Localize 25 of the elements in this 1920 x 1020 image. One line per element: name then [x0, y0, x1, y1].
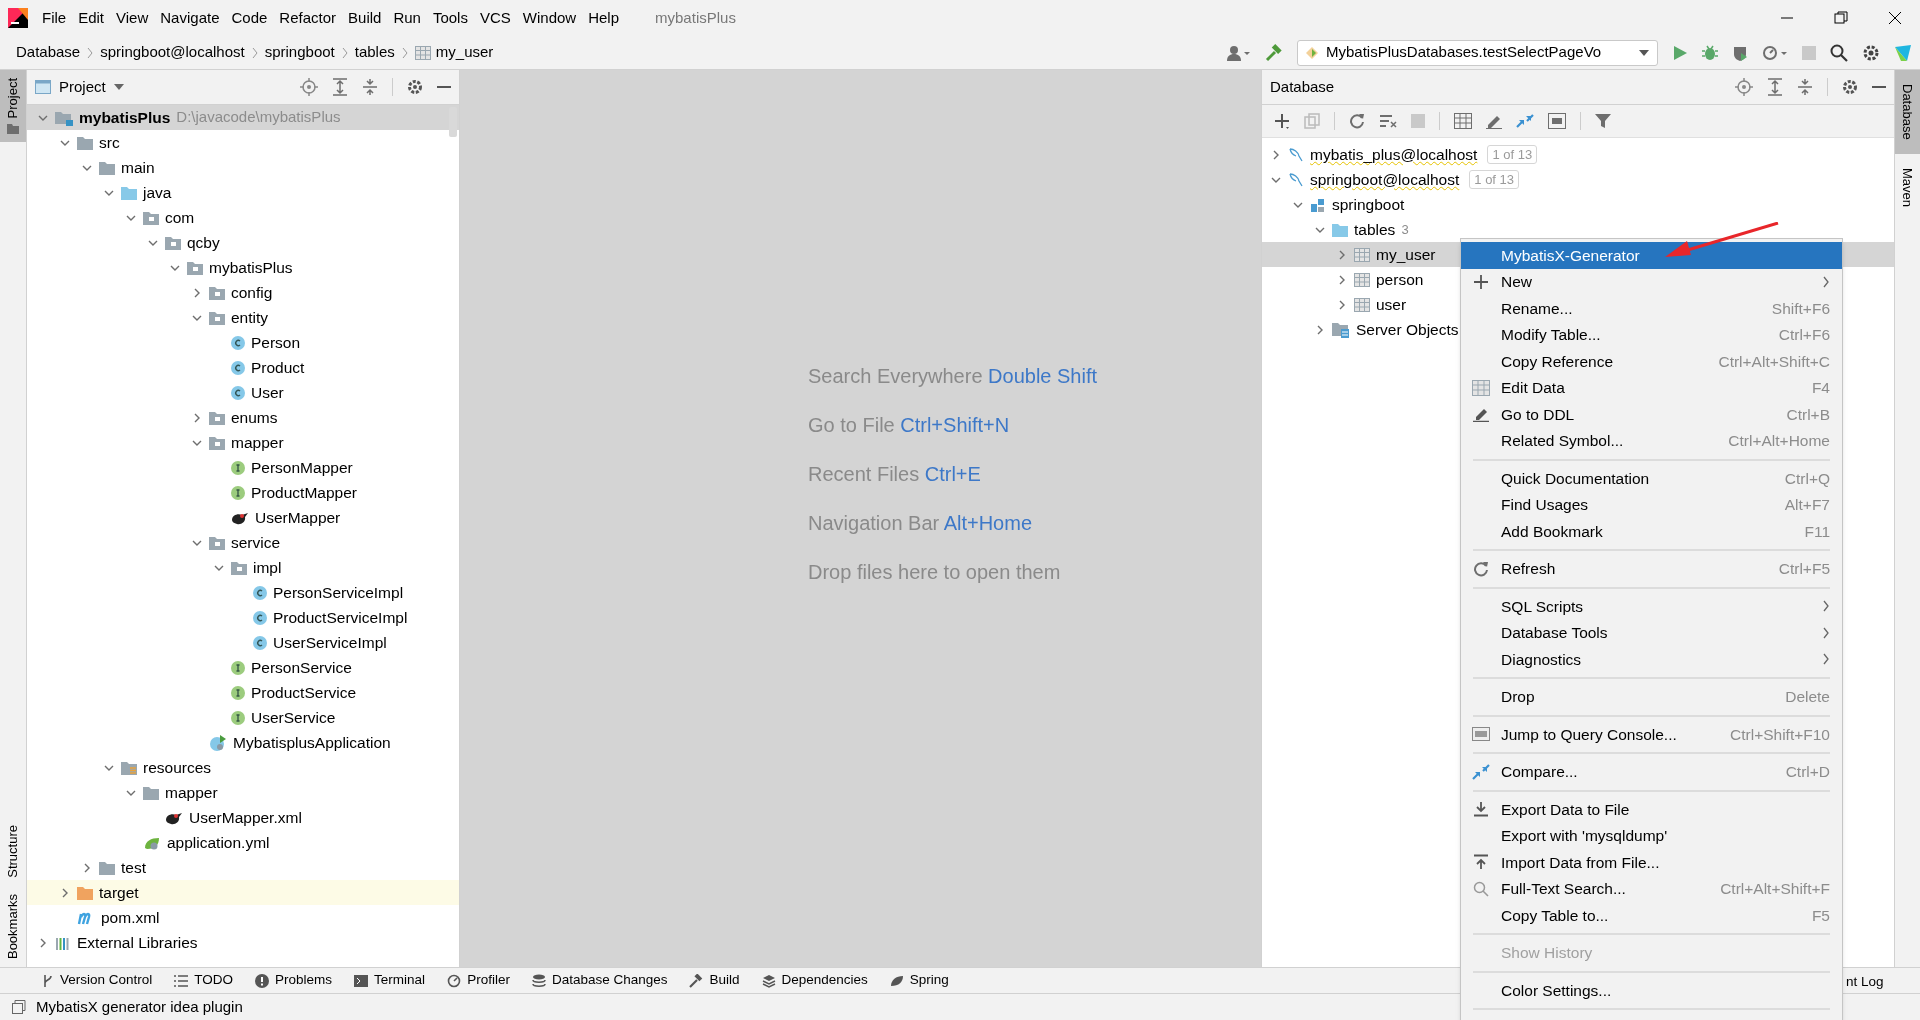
shortcut-label: Alt+F7	[1784, 495, 1830, 516]
shortcut-label: F11	[1804, 521, 1830, 542]
editor-hint: Drop files here to open them	[808, 560, 1062, 584]
editor-hint: Search Everywhere Double Shift	[808, 364, 1099, 388]
shortcut-label: Ctrl+F5	[1778, 559, 1830, 580]
status-message: MybatisX generator idea plugin	[36, 996, 243, 1017]
shortcut-label: Shift+F6	[1771, 298, 1830, 319]
item-count: 3	[1401, 220, 1409, 239]
shortcut-label: Ctrl+D	[1785, 762, 1830, 783]
window-title: mybatisPlus	[655, 7, 736, 28]
shortcut-label: Ctrl+Shift+F10	[1730, 724, 1830, 745]
shortcut-label: Ctrl+Alt+Shift+F	[1720, 879, 1830, 900]
path-hint: D:\javacode\mybatisPlus	[176, 107, 341, 128]
shortcut-label: F4	[1811, 378, 1830, 399]
shortcut-label: Delete	[1785, 687, 1830, 708]
shortcut-label: Ctrl+F6	[1778, 325, 1830, 346]
panel-title: Database	[1270, 76, 1335, 97]
shortcut-label: Ctrl+Q	[1784, 468, 1830, 489]
shortcut-label: Ctrl+B	[1786, 404, 1830, 425]
editor-hint: Recent Files Ctrl+E	[808, 462, 982, 486]
shortcut-label: Ctrl+Alt+Home	[1728, 431, 1830, 452]
editor-hint: Go to File Ctrl+Shift+N	[808, 413, 1011, 437]
editor-hint: Navigation Bar Alt+Home	[808, 511, 1033, 535]
shortcut-label: F5	[1811, 905, 1830, 926]
shortcut-label: Ctrl+Alt+Shift+C	[1718, 351, 1830, 372]
